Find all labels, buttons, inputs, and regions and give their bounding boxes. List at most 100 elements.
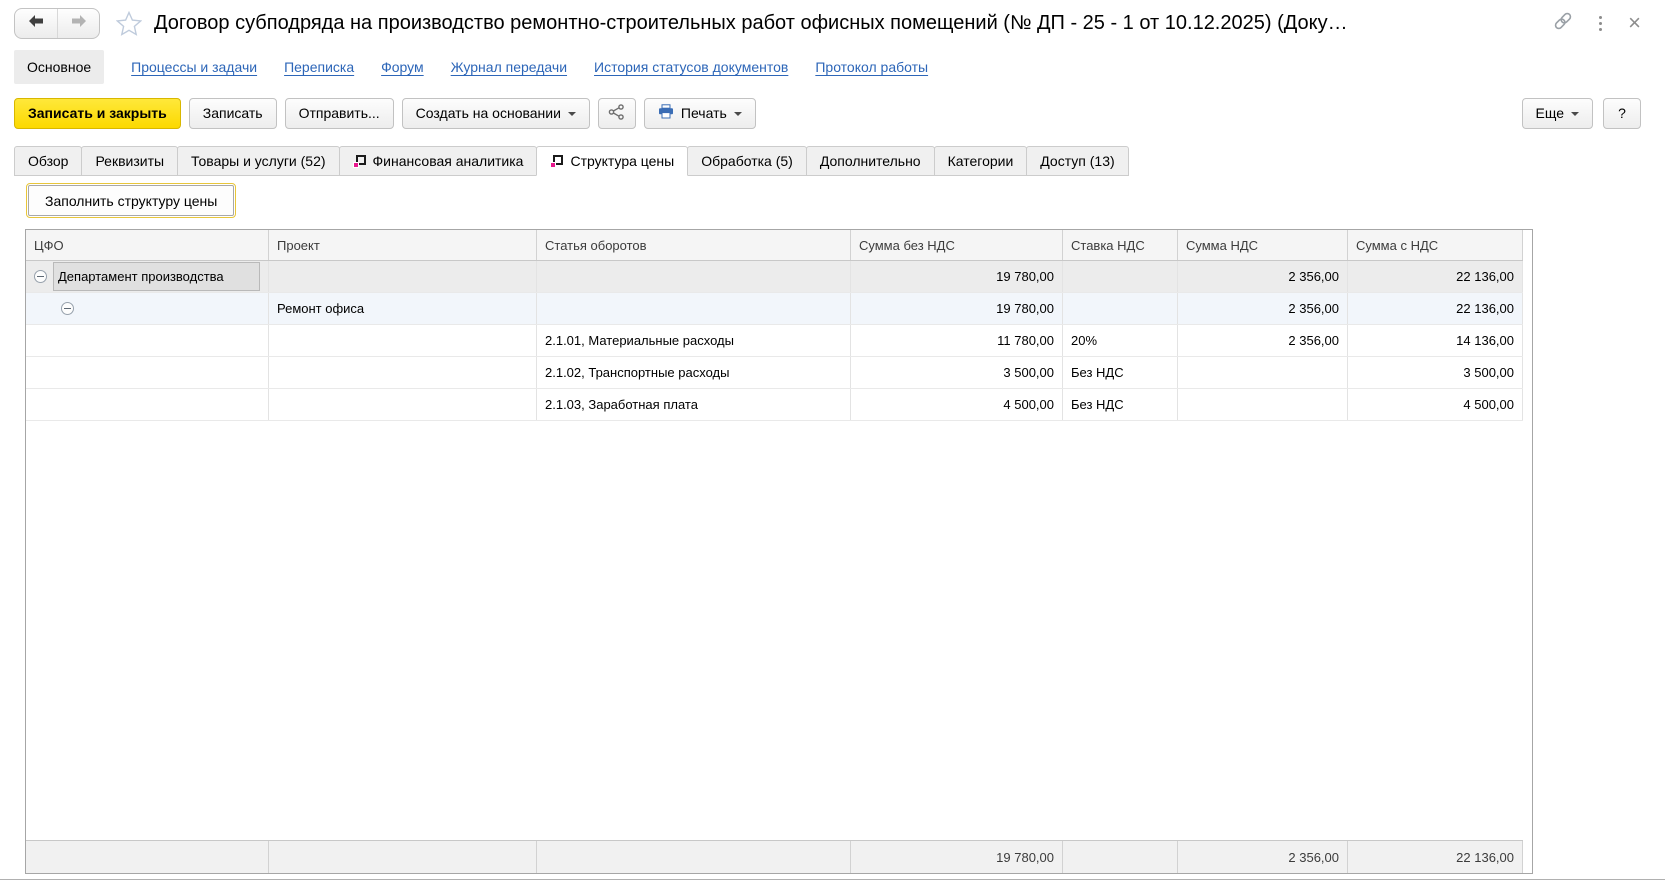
cell-sum-with-vat[interactable]: 22 136,00 [1348,261,1523,292]
forward-button[interactable] [57,9,99,38]
favorite-star-icon[interactable] [116,11,142,36]
more-label: Еще [1536,105,1565,121]
cell-article[interactable]: 2.1.03, Заработная плата [537,389,851,420]
titlebar-icons: × [1553,11,1641,36]
cell-vat-sum[interactable] [1178,389,1348,420]
footer-total-sum-no-vat: 19 780,00 [851,841,1063,873]
toolbar-right-group: Еще ? [1522,98,1642,129]
table-row[interactable]: Департамент производства 19 780,00 2 356,0… [26,261,1523,293]
history-nav-group [14,8,100,39]
column-header[interactable]: Проект [269,230,537,260]
print-label: Печать [681,105,727,121]
cell-cfo[interactable]: Департамент производства [26,261,269,292]
cell-article[interactable]: 2.1.02, Транспортные расходы [537,357,851,388]
cell-project[interactable] [269,357,537,388]
nav-item-active[interactable]: Основное [14,50,104,84]
collapse-icon[interactable] [61,302,74,315]
cell-sum-no-vat[interactable]: 3 500,00 [851,357,1063,388]
cell-cfo[interactable] [26,357,269,388]
more-button[interactable]: Еще [1522,98,1594,129]
cell-project[interactable] [269,325,537,356]
tab-категории[interactable]: Категории [934,146,1028,176]
tab-дополнительно[interactable]: Дополнительно [806,146,935,176]
help-button[interactable]: ? [1603,98,1641,129]
column-header[interactable]: Статья оборотов [537,230,851,260]
column-header[interactable]: Сумма НДС [1178,230,1348,260]
cell-sum-with-vat[interactable]: 4 500,00 [1348,389,1523,420]
table-row[interactable]: 2.1.01, Материальные расходы11 780,0020%… [26,325,1523,357]
tab-реквизиты[interactable]: Реквизиты [81,146,178,176]
cell-vat-rate[interactable]: 20% [1063,325,1178,356]
cell-sum-no-vat[interactable]: 11 780,00 [851,325,1063,356]
cell-article[interactable] [537,293,851,324]
cell-sum-no-vat[interactable]: 4 500,00 [851,389,1063,420]
save-and-close-button[interactable]: Записать и закрыть [14,98,181,129]
footer-cell-cfo [26,841,269,873]
cell-article[interactable]: 2.1.01, Материальные расходы [537,325,851,356]
table-row[interactable]: 2.1.03, Заработная плата4 500,00Без НДС4… [26,389,1523,421]
table-row[interactable]: Ремонт офиса 19 780,00 2 356,0022 136,00 [26,293,1523,325]
cell-sum-with-vat[interactable]: 14 136,00 [1348,325,1523,356]
footer-total-sum-with-vat: 22 136,00 [1348,841,1523,873]
cell-article[interactable] [537,261,851,292]
cell-vat-rate[interactable] [1063,261,1178,292]
column-header[interactable]: Ставка НДС [1063,230,1178,260]
analytics-icon [550,155,563,168]
cell-vat-sum[interactable]: 2 356,00 [1178,325,1348,356]
cell-sum-with-vat[interactable]: 22 136,00 [1348,293,1523,324]
kebab-menu-icon[interactable] [1597,14,1604,33]
print-button[interactable]: Печать [644,98,756,129]
create-based-on-label: Создать на основании [416,105,561,121]
footer-cell-vat-rate [1063,841,1178,873]
tab-обзор[interactable]: Обзор [14,146,82,176]
tab-структура-цены[interactable]: Структура цены [536,146,688,176]
nav-item[interactable]: Журнал передачи [451,59,567,75]
tab-доступ-13-[interactable]: Доступ (13) [1026,146,1128,176]
table-empty-area [26,421,1532,840]
tab-товары-и-услуги-52-[interactable]: Товары и услуги (52) [177,146,339,176]
cell-sum-with-vat[interactable]: 3 500,00 [1348,357,1523,388]
tab-content: Заполнить структуру цены [0,176,1665,216]
send-button[interactable]: Отправить... [285,98,394,129]
cell-vat-rate[interactable]: Без НДС [1063,357,1178,388]
cell-cfo[interactable] [26,325,269,356]
fill-price-structure-button[interactable]: Заполнить структуру цены [28,185,234,216]
column-header[interactable]: Сумма без НДС [851,230,1063,260]
table-row[interactable]: 2.1.02, Транспортные расходы3 500,00Без … [26,357,1523,389]
tab-финансовая-аналитика[interactable]: Финансовая аналитика [339,146,538,176]
back-button[interactable] [15,9,57,38]
forward-arrow-icon [71,14,87,33]
link-icon[interactable] [1553,11,1573,36]
cell-project[interactable] [269,389,537,420]
nav-item[interactable]: Форум [381,59,424,75]
create-based-on-button[interactable]: Создать на основании [402,98,590,129]
cell-cfo[interactable] [26,389,269,420]
cell-vat-sum[interactable]: 2 356,00 [1178,293,1348,324]
cell-sum-no-vat[interactable]: 19 780,00 [851,293,1063,324]
cell-vat-rate[interactable] [1063,293,1178,324]
cell-vat-rate[interactable]: Без НДС [1063,389,1178,420]
nav-item[interactable]: История статусов документов [594,59,788,75]
footer-cell-project [269,841,537,873]
nav-item[interactable]: Процессы и задачи [131,59,257,75]
tab-обработка-5-[interactable]: Обработка (5) [687,146,807,176]
back-arrow-icon [28,14,44,33]
close-icon[interactable]: × [1628,12,1641,34]
printer-icon [658,104,674,122]
cell-project[interactable] [269,261,537,292]
cell-sum-no-vat[interactable]: 19 780,00 [851,261,1063,292]
share-button[interactable] [598,98,636,129]
nav-item[interactable]: Переписка [284,59,354,75]
tab-label: Обработка (5) [701,153,793,169]
nav-item[interactable]: Протокол работы [815,59,928,75]
collapse-icon[interactable] [34,270,47,283]
table-footer-row: 19 780,00 2 356,00 22 136,00 [26,840,1523,873]
column-header[interactable]: ЦФО [26,230,269,260]
cell-project[interactable]: Ремонт офиса [269,293,537,324]
cell-cfo[interactable] [26,293,269,324]
cell-vat-sum[interactable] [1178,357,1348,388]
save-button[interactable]: Записать [189,98,277,129]
column-header[interactable]: Сумма с НДС [1348,230,1523,260]
page-title: Договор субподряда на производство ремон… [154,12,1348,35]
cell-vat-sum[interactable]: 2 356,00 [1178,261,1348,292]
